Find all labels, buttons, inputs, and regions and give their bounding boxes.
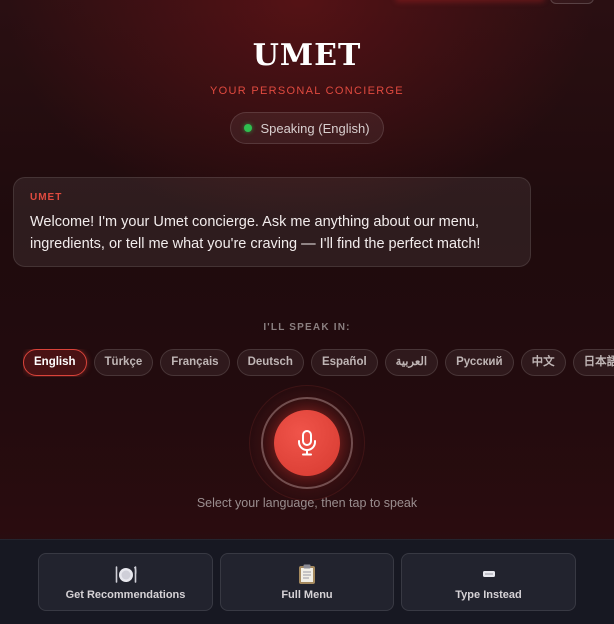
lang-chip-deutsch[interactable]: Deutsch	[236, 349, 304, 376]
lang-chip-english[interactable]: English	[23, 349, 87, 376]
language-picker-label: I'LL SPEAK IN:	[263, 322, 351, 333]
assistant-message-bubble: UMET Welcome! I'm your Umet concierge. A…	[13, 177, 531, 267]
type-instead-button[interactable]: Type Instead	[401, 553, 576, 611]
mic-button[interactable]	[274, 410, 340, 476]
lang-chip-espanol[interactable]: Español	[310, 349, 378, 376]
get-recommendations-button[interactable]: Get Recommendations	[38, 553, 213, 611]
message-sender: UMET	[30, 192, 63, 203]
status-text: Speaking (English)	[260, 120, 370, 136]
tagline: YOUR PERSONAL CONCIERGE	[210, 85, 404, 97]
full-menu-label: Full Menu	[281, 588, 333, 601]
get-recommendations-label: Get Recommendations	[65, 588, 186, 601]
type-instead-label: Type Instead	[455, 588, 522, 601]
status-pill: Speaking (English)	[230, 112, 384, 144]
microphone-icon	[298, 430, 316, 456]
clipboard-icon	[298, 564, 316, 584]
lang-chip-francais[interactable]: Français	[160, 349, 230, 376]
status-dot-icon	[244, 124, 253, 132]
plate-cutlery-icon	[114, 564, 138, 584]
language-chip-row: English Türkçe Français Deutsch Español العرب…	[23, 349, 614, 377]
bottom-action-bar: Get Recommendations Full Menu Type Inste…	[0, 539, 614, 624]
top-glow-decoration	[395, 0, 545, 2]
mic-hint-text: Select your language, then tap to speak	[196, 496, 418, 510]
lang-chip-chinese[interactable]: 中文	[520, 349, 566, 376]
full-menu-button[interactable]: Full Menu	[220, 553, 394, 611]
lang-chip-turkce[interactable]: Türkçe	[93, 349, 154, 376]
brand-title: UMET	[252, 38, 362, 73]
message-text: Welcome! I'm your Umet concierge. Ask me…	[30, 214, 481, 252]
keyboard-icon	[482, 564, 496, 584]
lang-chip-arabic[interactable]: العربية	[384, 349, 439, 376]
lang-chip-japanese[interactable]: 日本語	[572, 349, 614, 376]
top-corner-button[interactable]	[550, 0, 594, 4]
lang-chip-russian[interactable]: Русский	[445, 349, 514, 376]
